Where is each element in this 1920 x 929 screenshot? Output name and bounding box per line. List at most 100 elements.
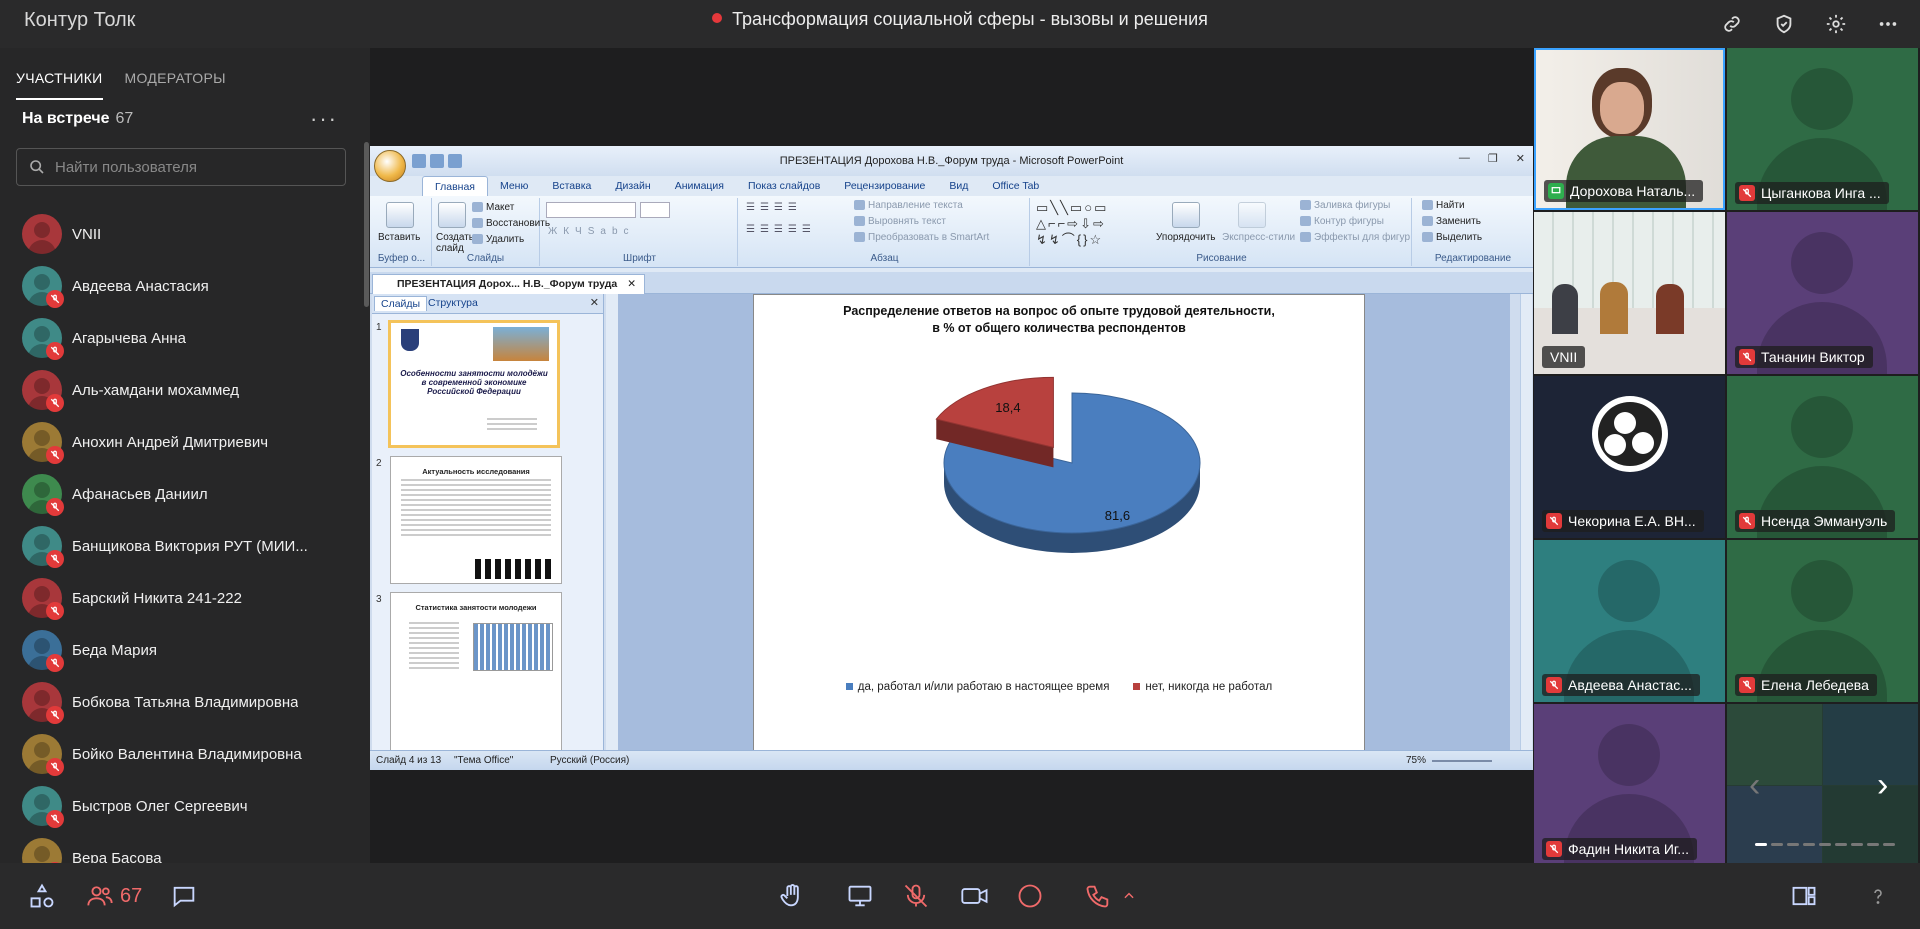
participant-row[interactable]: Аль-хамдани мохаммед bbox=[0, 364, 362, 416]
participant-row[interactable]: Бойко Валентина Владимировна bbox=[0, 728, 362, 780]
ribbon-tab[interactable]: Показ слайдов bbox=[736, 176, 832, 196]
video-tile[interactable]: Авдеева Анастас... bbox=[1534, 540, 1725, 702]
participant-row[interactable]: Бобкова Татьяна Владимировна bbox=[0, 676, 362, 728]
align-text-button[interactable]: Выровнять текст bbox=[854, 216, 946, 227]
slides-panel-scrollbar[interactable] bbox=[606, 294, 618, 752]
video-tile[interactable]: Фадин Никита Иг... bbox=[1534, 704, 1725, 866]
restore-icon[interactable]: ❐ bbox=[1488, 152, 1498, 165]
grid-page-dots[interactable] bbox=[1755, 843, 1895, 846]
text-direction-button[interactable]: Направление текста bbox=[854, 200, 963, 211]
zoom-slider[interactable] bbox=[1432, 760, 1492, 762]
participant-row[interactable]: Банщикова Виктория РУТ (МИИ... bbox=[0, 520, 362, 572]
list-buttons[interactable]: ☰☰☰☰ bbox=[746, 202, 802, 213]
participant-row[interactable]: Быстров Олег Сергеевич bbox=[0, 780, 362, 832]
font-format-buttons[interactable]: ЖКЧSabc bbox=[548, 226, 635, 237]
outline-tab[interactable]: Структура bbox=[422, 296, 484, 310]
camera-button[interactable] bbox=[960, 880, 990, 912]
office-button[interactable] bbox=[374, 150, 406, 182]
ribbon-tab[interactable]: Вид bbox=[937, 176, 980, 196]
slides-tab[interactable]: Слайды bbox=[374, 296, 428, 311]
participant-row[interactable]: Авдеева Анастасия bbox=[0, 260, 362, 312]
document-tab[interactable]: ПРЕЗЕНТАЦИЯ Дорох... Н.В._Форум труда ✕ bbox=[372, 274, 646, 294]
arrange-icon[interactable] bbox=[1172, 202, 1200, 228]
layout-button[interactable] bbox=[1790, 880, 1818, 912]
ribbon-tab[interactable]: Office Tab bbox=[980, 176, 1051, 196]
help-button[interactable] bbox=[1866, 880, 1890, 912]
font-size-box[interactable] bbox=[640, 202, 670, 218]
undo-icon[interactable] bbox=[430, 154, 444, 168]
quick-styles-button[interactable]: Экспресс-стили bbox=[1222, 232, 1295, 243]
participant-row[interactable]: VNII bbox=[0, 208, 362, 260]
apps-button[interactable] bbox=[28, 880, 56, 912]
participants-button[interactable]: 67 bbox=[86, 880, 142, 912]
minimize-icon[interactable]: — bbox=[1459, 152, 1470, 165]
video-tile[interactable]: Дорохова Наталь... bbox=[1534, 48, 1725, 210]
microphone-button[interactable] bbox=[902, 880, 930, 912]
slide-thumbnail-1[interactable]: Особенности занятости молодёжи в совреме… bbox=[388, 320, 560, 448]
smartart-button[interactable]: Преобразовать в SmartArt bbox=[854, 232, 989, 243]
restore-button[interactable]: Восстановить bbox=[472, 218, 550, 229]
ribbon-tab[interactable]: Вставка bbox=[540, 176, 603, 196]
gear-icon[interactable] bbox=[1820, 8, 1852, 40]
font-family-box[interactable] bbox=[546, 202, 636, 218]
search-input[interactable] bbox=[55, 149, 335, 185]
participant-row[interactable]: Барский Никита 241-222 bbox=[0, 572, 362, 624]
select-button[interactable]: Выделить bbox=[1422, 232, 1482, 243]
ribbon-tab[interactable]: Рецензирование bbox=[832, 176, 937, 196]
paste-button[interactable]: Вставить bbox=[378, 232, 420, 243]
video-tile[interactable]: Тананин Виктор bbox=[1727, 212, 1918, 374]
record-button[interactable] bbox=[1016, 880, 1044, 912]
shapes-gallery[interactable]: ▭╲╲▭○▭ △⌐⌐⇨⇩⇨ ↯↯⌒{}☆ bbox=[1036, 200, 1108, 248]
tab-moderators[interactable]: МОДЕРАТОРЫ bbox=[125, 58, 226, 100]
participant-row[interactable]: Беда Мария bbox=[0, 624, 362, 676]
shield-check-icon[interactable] bbox=[1768, 8, 1800, 40]
video-tile[interactable]: Чекорина Е.А. ВН... bbox=[1534, 376, 1725, 538]
new-slide-button[interactable]: Создать слайд bbox=[436, 232, 474, 254]
link-icon[interactable] bbox=[1716, 8, 1748, 40]
video-tile[interactable]: Нсенда Эммануэль bbox=[1727, 376, 1918, 538]
participants-more-button[interactable]: ··· bbox=[310, 106, 338, 132]
new-slide-icon[interactable] bbox=[438, 202, 466, 228]
find-button[interactable]: Найти bbox=[1422, 200, 1465, 211]
participant-row[interactable]: Анохин Андрей Дмитриевич bbox=[0, 416, 362, 468]
ribbon-tab[interactable]: Анимация bbox=[663, 176, 736, 196]
video-tile[interactable]: Елена Лебедева bbox=[1727, 540, 1918, 702]
save-icon[interactable] bbox=[412, 154, 426, 168]
shape-effects-button[interactable]: Эффекты для фигур bbox=[1300, 232, 1410, 243]
more-icon[interactable] bbox=[1872, 8, 1904, 40]
slide-thumbnail-3[interactable]: Статистика занятости молодежи bbox=[390, 592, 562, 752]
slide-scrollbar[interactable] bbox=[1520, 294, 1532, 752]
close-panel-icon[interactable]: ✕ bbox=[590, 296, 599, 309]
shape-fill-button[interactable]: Заливка фигуры bbox=[1300, 200, 1390, 211]
ribbon-tab[interactable]: Дизайн bbox=[603, 176, 662, 196]
video-tile[interactable]: Цыганкова Инга ... bbox=[1727, 48, 1918, 210]
shape-outline-button[interactable]: Контур фигуры bbox=[1300, 216, 1384, 227]
align-buttons[interactable]: ☰☰☰☰☰ bbox=[746, 224, 816, 235]
slide-thumbnail-2[interactable]: Актуальность исследования bbox=[390, 456, 562, 584]
quick-styles-icon[interactable] bbox=[1238, 202, 1266, 228]
participant-row[interactable]: Агарычева Анна bbox=[0, 312, 362, 364]
screen-share-button[interactable] bbox=[846, 880, 874, 912]
ribbon-tab[interactable]: Главная bbox=[422, 176, 488, 196]
tab-participants[interactable]: УЧАСТНИКИ bbox=[16, 58, 103, 100]
paste-icon[interactable] bbox=[386, 202, 414, 228]
raise-hand-button[interactable] bbox=[778, 880, 806, 912]
video-tile[interactable]: ‹ › bbox=[1727, 704, 1918, 866]
replace-button[interactable]: Заменить bbox=[1422, 216, 1481, 227]
close-icon[interactable]: ✕ bbox=[1516, 152, 1525, 165]
participant-name: Анохин Андрей Дмитриевич bbox=[72, 433, 269, 451]
delete-button[interactable]: Удалить bbox=[472, 234, 524, 245]
close-tab-icon[interactable]: ✕ bbox=[627, 278, 636, 290]
ribbon-tab[interactable]: Меню bbox=[488, 176, 540, 196]
mic-muted-icon bbox=[1739, 349, 1755, 365]
sidebar-scrollbar[interactable] bbox=[364, 142, 369, 307]
chat-button[interactable] bbox=[170, 880, 198, 912]
arrange-button[interactable]: Упорядочить bbox=[1156, 232, 1216, 243]
participant-row[interactable]: Афанасьев Даниил bbox=[0, 468, 362, 520]
layout-button[interactable]: Макет bbox=[472, 202, 514, 213]
redo-icon[interactable] bbox=[448, 154, 462, 168]
leave-call-button[interactable] bbox=[1084, 880, 1136, 912]
video-tile-name: Авдеева Анастас... bbox=[1568, 677, 1692, 693]
participant-name: Авдеева Анастасия bbox=[72, 277, 209, 295]
video-tile[interactable]: VNII bbox=[1534, 212, 1725, 374]
